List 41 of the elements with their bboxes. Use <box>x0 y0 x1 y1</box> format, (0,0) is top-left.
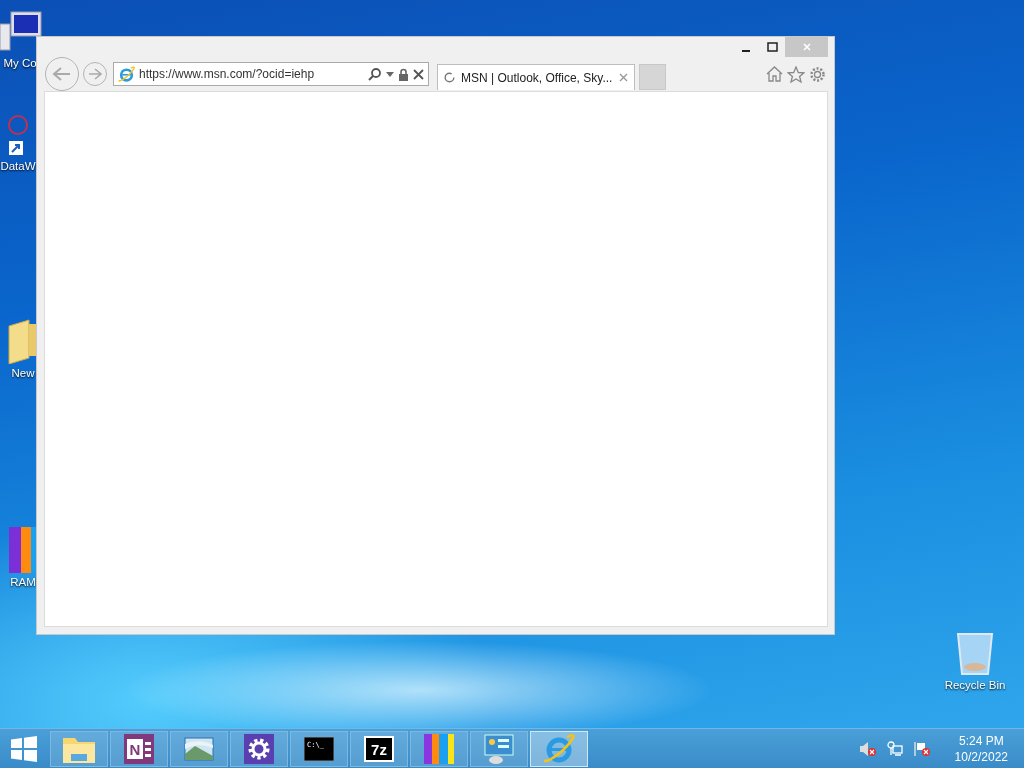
internet-explorer-icon <box>543 732 575 765</box>
desktop-icon-label[interactable]: DataW <box>0 160 36 172</box>
bars-icon <box>424 733 454 764</box>
taskbar-button[interactable] <box>230 730 288 767</box>
flag-icon[interactable] <box>912 740 931 757</box>
taskbar-button[interactable] <box>470 730 528 767</box>
close-icon[interactable] <box>413 68 424 80</box>
clock-date: 10/2/2022 <box>954 748 1008 765</box>
caret-icon[interactable] <box>386 71 394 77</box>
clock-time: 5:24 PM <box>958 732 1004 749</box>
network-icon[interactable] <box>886 740 903 757</box>
taskbar-button[interactable] <box>170 730 228 767</box>
desktop-icon-label[interactable]: My Co <box>3 57 37 69</box>
photo-viewer-icon <box>183 735 215 762</box>
minimize-icon <box>742 50 750 52</box>
back-arrow-icon <box>52 66 72 82</box>
browser-tab[interactable]: MSN | Outlook, Office, Sky... <box>437 64 635 90</box>
loading-icon <box>444 72 455 83</box>
home-icon[interactable] <box>766 66 783 82</box>
taskbar-button[interactable] <box>410 730 468 767</box>
address-bar[interactable]: https://www.msn.com/?ocid=iehp <box>113 62 429 86</box>
windows-logo-icon <box>11 735 37 762</box>
taskbar-button[interactable]: N <box>110 730 168 767</box>
internet-explorer-icon <box>118 65 135 83</box>
tab-title: MSN | Outlook, Office, Sky... <box>461 70 613 85</box>
maximize-icon <box>766 42 778 52</box>
muted-speaker-icon[interactable] <box>858 740 877 757</box>
7zip-icon: 7z <box>364 735 394 762</box>
onenote-icon: N <box>124 733 154 764</box>
url-text: https://www.msn.com/?ocid=iehp <box>139 67 316 81</box>
settings-icon[interactable] <box>809 65 826 83</box>
control-panel-icon <box>483 732 515 765</box>
search-icon[interactable] <box>368 67 382 81</box>
lock-icon <box>398 67 409 81</box>
taskbar-button[interactable]: 7z <box>350 730 408 767</box>
close-icon <box>801 42 812 52</box>
forward-arrow-icon <box>88 68 102 80</box>
recycle-bin-icon <box>955 630 995 676</box>
star-icon[interactable] <box>787 65 805 83</box>
desktop-icon-label[interactable]: New <box>11 367 35 379</box>
settings-icon <box>244 733 274 764</box>
